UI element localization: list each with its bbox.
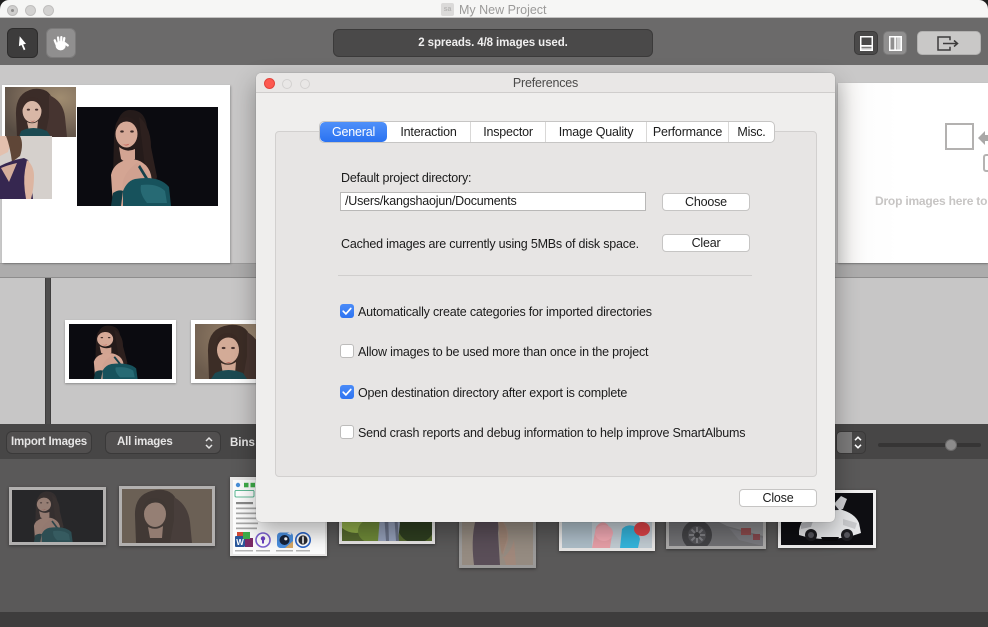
svg-text:W: W: [236, 538, 244, 547]
